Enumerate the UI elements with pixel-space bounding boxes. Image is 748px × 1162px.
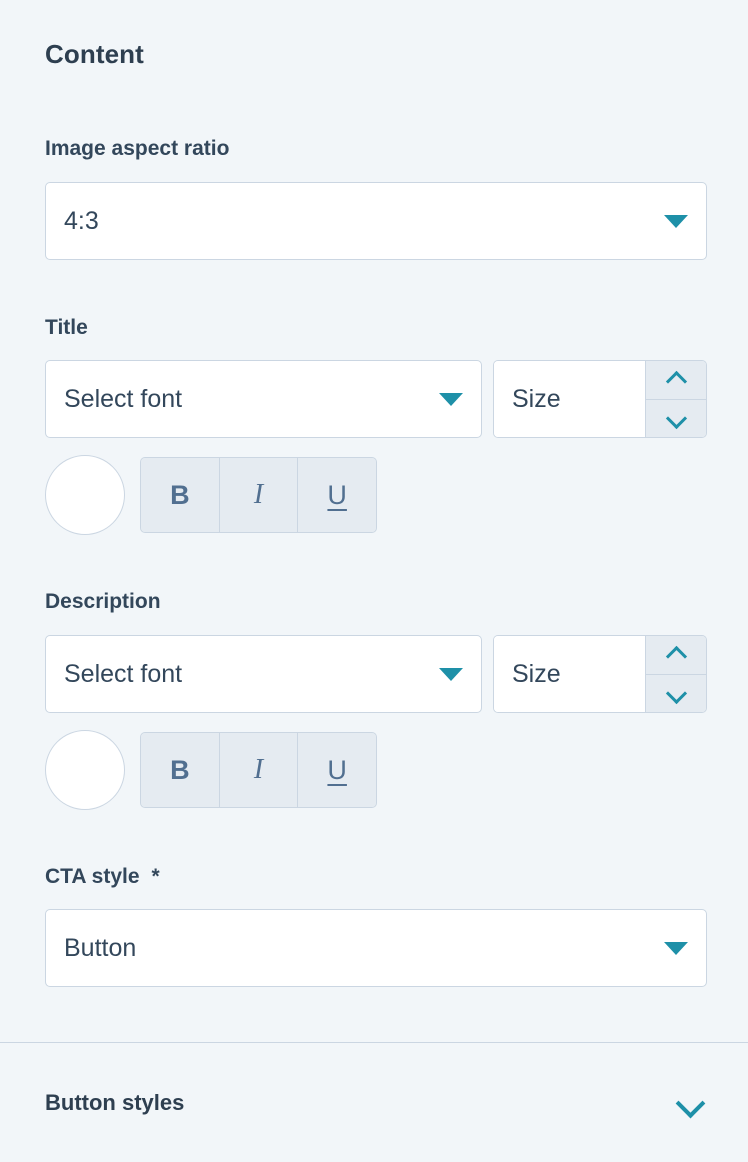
title-text-format-group: B I U <box>140 457 377 533</box>
title-size-spinners <box>645 361 706 437</box>
chevron-down-icon <box>668 685 685 702</box>
title-italic-button[interactable]: I <box>218 458 298 532</box>
title-underline-button[interactable]: U <box>297 458 376 532</box>
description-color-swatch[interactable] <box>45 730 125 810</box>
description-size-stepper[interactable]: Size <box>493 635 707 713</box>
caret-down-icon <box>439 667 463 681</box>
chevron-down-icon[interactable] <box>677 1090 703 1116</box>
caret-down-icon <box>664 941 688 955</box>
caret-down-icon <box>439 392 463 406</box>
page-title: Content <box>45 39 144 69</box>
title-font-select[interactable]: Select font <box>45 360 482 438</box>
title-bold-button[interactable]: B <box>141 458 219 532</box>
chevron-up-icon <box>668 646 685 663</box>
title-size-decrement-button[interactable] <box>646 399 706 437</box>
title-size-input[interactable]: Size <box>494 361 645 437</box>
description-italic-button[interactable]: I <box>218 733 298 807</box>
cta-style-select[interactable]: Button <box>45 909 707 987</box>
label-description: Description <box>45 590 161 613</box>
image-aspect-ratio-value: 4:3 <box>64 208 99 234</box>
chevron-down-icon <box>668 410 685 427</box>
description-font-placeholder: Select font <box>64 661 183 687</box>
label-cta-style: CTA style * <box>45 866 160 887</box>
description-size-spinners <box>645 636 706 712</box>
caret-down-icon <box>664 214 688 228</box>
label-title: Title <box>45 316 88 339</box>
label-cta-style-text: CTA style <box>45 865 140 888</box>
image-aspect-ratio-select[interactable]: 4:3 <box>45 182 707 260</box>
title-color-swatch[interactable] <box>45 455 125 535</box>
description-font-select[interactable]: Select font <box>45 635 482 713</box>
required-marker: * <box>151 865 160 888</box>
description-size-input[interactable]: Size <box>494 636 645 712</box>
description-size-increment-button[interactable] <box>646 636 706 675</box>
accordion-button-styles-title: Button styles <box>45 1089 185 1115</box>
description-text-format-group: B I U <box>140 732 377 808</box>
accordion-button-styles[interactable]: Button styles <box>0 1043 748 1162</box>
description-bold-button[interactable]: B <box>141 733 219 807</box>
chevron-up-icon <box>668 371 685 388</box>
title-size-increment-button[interactable] <box>646 361 706 400</box>
label-image-aspect-ratio: Image aspect ratio <box>45 137 230 160</box>
description-underline-button[interactable]: U <box>297 733 376 807</box>
cta-style-value: Button <box>64 935 137 961</box>
content-settings-panel: Content Image aspect ratio 4:3 Title Sel… <box>0 0 748 1042</box>
title-font-placeholder: Select font <box>64 386 183 412</box>
title-size-stepper[interactable]: Size <box>493 360 707 438</box>
description-size-decrement-button[interactable] <box>646 674 706 712</box>
